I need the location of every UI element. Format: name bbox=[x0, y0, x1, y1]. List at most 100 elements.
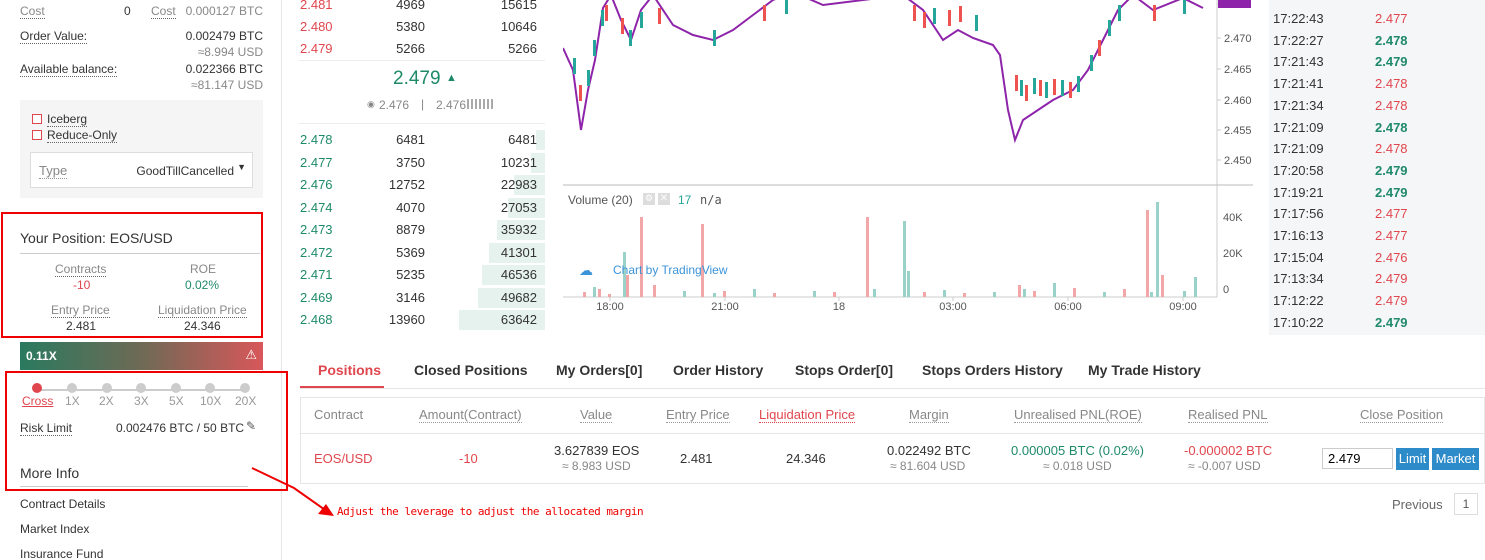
bid-amount: 3750 bbox=[396, 154, 425, 170]
ask-price: 2.479 bbox=[300, 41, 333, 56]
cost-row: Cost 0 Cost 0.000127 BTC bbox=[20, 4, 263, 19]
ask-row[interactable]: 2.480 5380 10646 bbox=[299, 16, 545, 38]
tab-stops-order[interactable]: Stops Order[0] bbox=[795, 362, 893, 378]
order-value-usd: ≈8.994 USD bbox=[197, 45, 263, 59]
time-tick-label: 18:00 bbox=[596, 301, 624, 313]
ask-amount: 5380 bbox=[396, 19, 425, 34]
trade-time: 17:10:22 bbox=[1273, 314, 1324, 330]
leverage-dot-20x[interactable] bbox=[240, 383, 250, 393]
leverage-dot-3x[interactable] bbox=[136, 383, 146, 393]
pagination-page[interactable]: 1 bbox=[1454, 493, 1478, 515]
trade-time: 17:21:41 bbox=[1273, 76, 1324, 92]
trade-time: 17:16:13 bbox=[1273, 228, 1324, 243]
row-margin: 0.022492 BTC bbox=[887, 443, 971, 458]
link-insurance-fund[interactable]: Insurance Fund bbox=[20, 547, 103, 560]
tradingview-watermark[interactable]: Chart by TradingView bbox=[613, 263, 728, 277]
leverage-level-3x[interactable]: 3X bbox=[134, 394, 149, 408]
close-limit-button[interactable]: Limit bbox=[1396, 448, 1429, 470]
leverage-level-cross[interactable]: Cross bbox=[22, 394, 53, 408]
tab-closed-positions[interactable]: Closed Positions bbox=[414, 362, 528, 378]
price-candle bbox=[948, 10, 951, 26]
leverage-level-2x[interactable]: 2X bbox=[99, 394, 114, 408]
volume-na: n/a bbox=[700, 193, 722, 207]
volume-bar bbox=[701, 224, 704, 297]
index-price: 2.476 bbox=[436, 98, 467, 112]
tab-order-history[interactable]: Order History bbox=[673, 362, 763, 378]
order-value-label: Order Value: bbox=[20, 29, 88, 44]
link-contract-details[interactable]: Contract Details bbox=[20, 497, 105, 511]
volume-bar bbox=[593, 287, 596, 297]
trade-row: 17:21:34 2.478 bbox=[1269, 95, 1485, 117]
risk-limit-value: 0.002476 BTC / 50 BTC bbox=[116, 421, 245, 435]
volume-tick-label: 20K bbox=[1223, 248, 1243, 260]
price-candle bbox=[601, 10, 604, 26]
reduce-only-checkbox[interactable] bbox=[32, 130, 42, 140]
price-candle bbox=[713, 30, 716, 46]
trade-time: 17:13:34 bbox=[1273, 271, 1324, 287]
bid-total: 41301 bbox=[500, 244, 537, 260]
volume-tick-label: 0 bbox=[1223, 284, 1229, 296]
price-candle bbox=[975, 15, 978, 31]
volume-bar bbox=[723, 291, 726, 297]
liquidation-price-value: 24.346 bbox=[184, 319, 221, 333]
leverage-level-20x[interactable]: 20X bbox=[235, 394, 256, 408]
order-options: Iceberg Reduce-Only Type GoodTillCancell… bbox=[20, 100, 263, 198]
trade-price: 2.479 bbox=[1375, 293, 1408, 309]
up-arrow-icon: ▲ bbox=[446, 72, 457, 84]
volume-bar bbox=[963, 293, 966, 297]
bid-row[interactable]: 2.468 13960 63642 bbox=[299, 309, 545, 331]
time-in-force-select[interactable]: Type GoodTillCancelled ▼ bbox=[30, 152, 253, 188]
close-icon[interactable]: ✕ bbox=[658, 193, 670, 205]
bid-amount: 5235 bbox=[396, 267, 425, 282]
leverage-level-5x[interactable]: 5X bbox=[169, 394, 184, 408]
price-tick-label: 2.455 bbox=[1224, 125, 1252, 137]
bid-row[interactable]: 2.476 12752 22983 bbox=[299, 174, 545, 196]
close-price-input[interactable] bbox=[1322, 448, 1393, 469]
tab-stops-orders-history[interactable]: Stops Orders History bbox=[922, 362, 1063, 378]
bid-amount: 8879 bbox=[396, 222, 425, 237]
volume-bar bbox=[1150, 292, 1153, 297]
price-candle bbox=[579, 85, 582, 101]
tab-my-trade-history[interactable]: My Trade History bbox=[1088, 362, 1201, 378]
volume-bar bbox=[1146, 210, 1149, 297]
leverage-dot-2x[interactable] bbox=[102, 383, 112, 393]
trade-row: 17:21:09 2.478 bbox=[1269, 138, 1485, 160]
settings-icon[interactable]: ⚙ bbox=[643, 193, 655, 205]
leverage-dot-10x[interactable] bbox=[205, 383, 215, 393]
leverage-level-10x[interactable]: 10X bbox=[200, 394, 221, 408]
trade-price: 2.478 bbox=[1375, 119, 1408, 135]
bid-row[interactable]: 2.473 8879 35932 bbox=[299, 219, 545, 241]
bid-row[interactable]: 2.469 3146 49682 bbox=[299, 287, 545, 309]
ask-total: 15615 bbox=[500, 0, 537, 12]
tab-my-orders[interactable]: My Orders[0] bbox=[556, 362, 642, 378]
bid-row[interactable]: 2.474 4070 27053 bbox=[299, 197, 545, 219]
ask-price: 2.481 bbox=[300, 0, 333, 12]
leverage-dot-1x[interactable] bbox=[67, 383, 77, 393]
bid-amount: 3146 bbox=[396, 289, 425, 305]
trade-price: 2.477 bbox=[1375, 11, 1408, 26]
price-candle bbox=[959, 6, 962, 22]
close-market-button[interactable]: Market bbox=[1432, 448, 1479, 470]
trade-price: 2.478 bbox=[1375, 141, 1408, 157]
ask-amount: 4969 bbox=[396, 0, 425, 12]
pagination-previous[interactable]: Previous bbox=[1392, 497, 1443, 512]
price-candle bbox=[913, 5, 916, 21]
ask-total: 5266 bbox=[508, 41, 537, 56]
volume-bar bbox=[598, 289, 601, 297]
leverage-dot-5x[interactable] bbox=[171, 383, 181, 393]
link-market-index[interactable]: Market Index bbox=[20, 522, 89, 536]
leverage-dot-cross[interactable] bbox=[32, 383, 42, 393]
bid-row[interactable]: 2.477 3750 10231 bbox=[299, 152, 545, 174]
ask-row[interactable]: 2.481 4969 15615 bbox=[299, 0, 545, 16]
price-chart[interactable]: 2.4762.4702.4652.4602.4552.45040K20K018:… bbox=[563, 0, 1253, 322]
row-realised-pnl-usd: ≈ -0.007 USD bbox=[1188, 459, 1261, 473]
bid-row[interactable]: 2.472 5369 41301 bbox=[299, 242, 545, 264]
bid-row[interactable]: 2.471 5235 46536 bbox=[299, 264, 545, 286]
tab-positions[interactable]: Positions bbox=[318, 362, 381, 378]
ask-row[interactable]: 2.479 5266 5266 bbox=[299, 38, 545, 60]
edit-icon[interactable]: ✎ bbox=[246, 419, 256, 433]
iceberg-checkbox[interactable] bbox=[32, 114, 42, 124]
bid-row[interactable]: 2.478 6481 6481 bbox=[299, 129, 545, 151]
leverage-level-1x[interactable]: 1X bbox=[65, 394, 80, 408]
price-candle bbox=[593, 40, 596, 56]
